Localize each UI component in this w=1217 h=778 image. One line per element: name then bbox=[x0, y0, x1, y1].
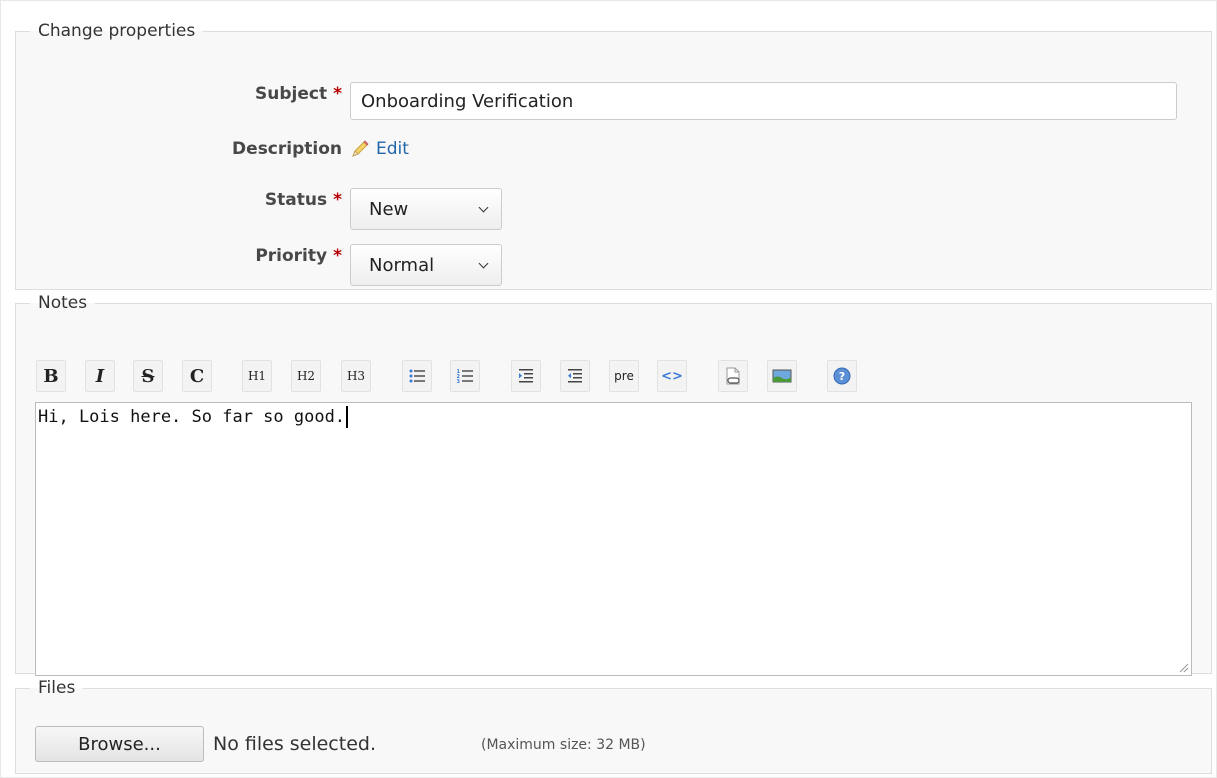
priority-row: Priority * Normal bbox=[16, 244, 1211, 286]
image-icon bbox=[772, 369, 792, 383]
preformatted-icon: pre bbox=[614, 369, 634, 383]
resize-handle-icon[interactable] bbox=[1177, 661, 1189, 673]
help-button[interactable]: ? bbox=[827, 360, 857, 392]
description-edit-link[interactable]: Edit bbox=[350, 139, 409, 159]
description-label: Description bbox=[232, 139, 342, 159]
description-row: Description Edit bbox=[16, 139, 1211, 179]
preformatted-button[interactable]: pre bbox=[609, 360, 639, 392]
required-marker: * bbox=[333, 190, 342, 210]
priority-label: Priority * bbox=[255, 246, 342, 266]
notes-textarea[interactable]: Hi, Lois here. So far so good. bbox=[35, 402, 1192, 676]
svg-text:3: 3 bbox=[457, 379, 461, 385]
ordered-list-button[interactable]: 1 2 3 bbox=[450, 360, 480, 392]
status-value: New bbox=[369, 198, 409, 220]
subject-label: Subject * bbox=[255, 84, 342, 104]
status-row: Status * New bbox=[16, 188, 1211, 230]
change-properties-legend: Change properties bbox=[38, 21, 196, 41]
heading2-button[interactable]: H2 bbox=[291, 360, 321, 392]
chevron-down-icon bbox=[478, 258, 489, 268]
italic-icon: I bbox=[95, 365, 105, 387]
bold-button[interactable]: B bbox=[36, 360, 66, 392]
code-inline-icon: C bbox=[189, 365, 205, 387]
heading2-icon: H2 bbox=[296, 369, 316, 383]
subject-row: Subject * bbox=[16, 82, 1211, 122]
indent-button[interactable] bbox=[511, 360, 541, 392]
image-button[interactable] bbox=[767, 360, 797, 392]
notes-legend: Notes bbox=[38, 293, 88, 313]
max-size-note: (Maximum size: 32 MB) bbox=[481, 737, 646, 753]
code-inline-button[interactable]: C bbox=[182, 360, 212, 392]
notes-text: Hi, Lois here. So far so good. bbox=[38, 407, 346, 427]
chevron-down-icon bbox=[478, 202, 489, 212]
text-caret bbox=[346, 406, 349, 428]
heading3-button[interactable]: H3 bbox=[341, 360, 371, 392]
status-select[interactable]: New bbox=[350, 188, 502, 230]
link-icon bbox=[726, 367, 740, 385]
required-marker: * bbox=[333, 84, 342, 104]
heading1-button[interactable]: H1 bbox=[242, 360, 272, 392]
code-highlight-button[interactable]: <> bbox=[657, 360, 687, 392]
ordered-list-icon: 1 2 3 bbox=[457, 369, 473, 385]
browse-button[interactable]: Browse... bbox=[35, 726, 204, 762]
priority-value: Normal bbox=[369, 254, 435, 276]
italic-button[interactable]: I bbox=[85, 360, 115, 392]
required-marker: * bbox=[333, 246, 342, 266]
indent-icon bbox=[519, 369, 533, 383]
files-legend: Files bbox=[38, 678, 76, 698]
edit-link-label: Edit bbox=[376, 139, 409, 159]
unordered-list-icon bbox=[409, 369, 425, 383]
issue-edit-form: Change properties Subject* Description E… bbox=[0, 0, 1217, 778]
bold-icon: B bbox=[43, 365, 59, 387]
svg-text:?: ? bbox=[839, 370, 845, 383]
strikethrough-icon: S bbox=[141, 365, 155, 387]
subject-input[interactable] bbox=[350, 82, 1177, 120]
priority-select[interactable]: Normal bbox=[350, 244, 502, 286]
link-button[interactable] bbox=[718, 360, 748, 392]
wiki-toolbar: B I S C H1 H2 H3 1 2 3 pre <> ? bbox=[36, 360, 936, 394]
outdent-icon bbox=[568, 369, 582, 383]
files-fieldset: Files Browse... No files selected. (Maxi… bbox=[15, 678, 1212, 774]
strikethrough-button[interactable]: S bbox=[133, 360, 163, 392]
help-icon: ? bbox=[833, 367, 851, 385]
change-properties-fieldset: Change properties Subject* Description E… bbox=[15, 21, 1212, 290]
code-brackets-icon: <> bbox=[661, 368, 683, 384]
file-status-text: No files selected. bbox=[213, 733, 376, 755]
pencil-icon bbox=[352, 140, 369, 157]
outdent-button[interactable] bbox=[560, 360, 590, 392]
status-label: Status * bbox=[264, 190, 342, 210]
heading1-icon: H1 bbox=[247, 369, 267, 383]
notes-fieldset: Notes B I S C H1 H2 H3 1 2 3 pre <> ? Hi… bbox=[15, 293, 1212, 676]
heading3-icon: H3 bbox=[346, 369, 366, 383]
unordered-list-button[interactable] bbox=[402, 360, 432, 392]
